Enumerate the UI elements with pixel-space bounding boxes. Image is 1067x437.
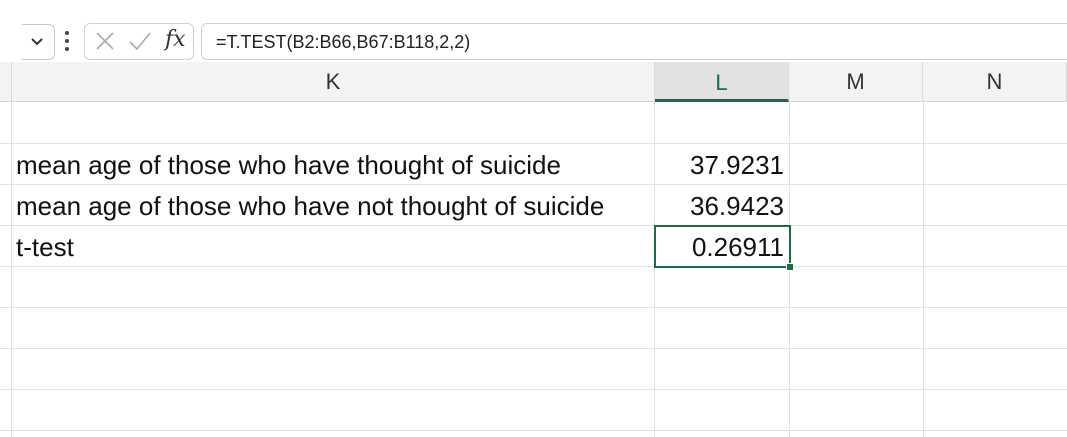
gridline <box>0 266 1067 267</box>
gridline <box>0 389 1067 390</box>
name-box-dropdown[interactable] <box>22 24 55 60</box>
corner-header[interactable] <box>0 62 12 102</box>
close-icon[interactable] <box>93 28 117 54</box>
formula-input[interactable]: =T.TEST(B2:B66,B67:B118,2,2) <box>201 23 1067 60</box>
formula-actions: fx <box>84 23 194 60</box>
gridline <box>654 102 655 437</box>
gridline <box>0 430 1067 431</box>
column-header-m[interactable]: M <box>789 62 923 102</box>
cell-k-label[interactable]: mean age of those who have not thought o… <box>16 186 604 226</box>
gridline <box>923 102 924 437</box>
gridline <box>0 348 1067 349</box>
cell-grid[interactable]: mean age of those who have thought of su… <box>0 102 1067 437</box>
cell-l-value[interactable]: 37.9231 <box>658 145 784 185</box>
insert-function-button[interactable]: fx <box>165 27 186 53</box>
cell-l-value[interactable]: 36.9423 <box>658 186 784 226</box>
formula-text: =T.TEST(B2:B66,B67:B118,2,2) <box>216 32 471 52</box>
active-cell-border <box>654 225 791 268</box>
formula-bar: fx =T.TEST(B2:B66,B67:B118,2,2) <box>0 6 1067 62</box>
row-header-edge <box>11 102 12 437</box>
fill-handle[interactable] <box>786 263 794 271</box>
check-icon[interactable] <box>127 28 153 54</box>
cell-k-label[interactable]: t-test <box>16 227 74 267</box>
column-header-n[interactable]: N <box>923 62 1067 102</box>
chevron-down-icon <box>31 38 43 46</box>
gridline <box>0 143 1067 144</box>
more-options-icon[interactable] <box>61 28 73 54</box>
column-header-k[interactable]: K <box>12 62 655 102</box>
column-header-l[interactable]: L <box>655 62 789 102</box>
gridline <box>0 307 1067 308</box>
cell-k-label[interactable]: mean age of those who have thought of su… <box>16 145 561 185</box>
